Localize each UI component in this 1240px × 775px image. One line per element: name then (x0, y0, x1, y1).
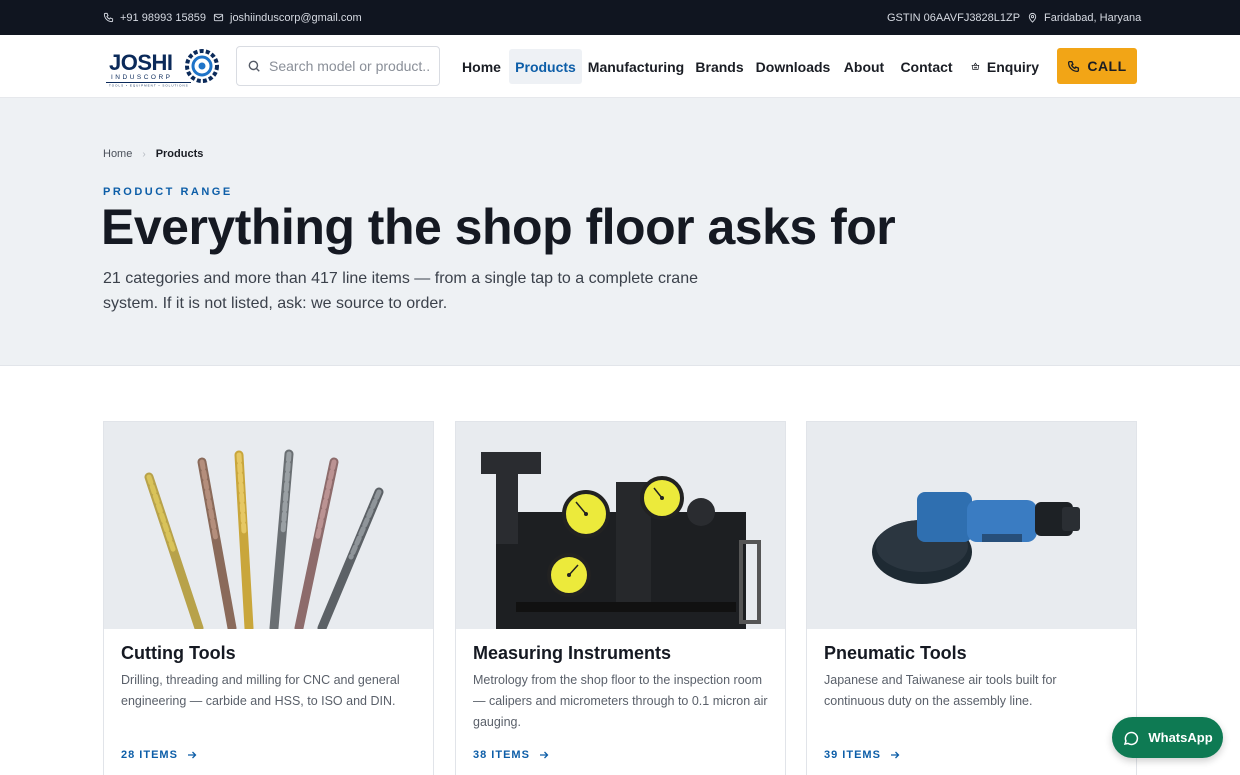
card-description: Metrology from the shop floor to the ins… (473, 673, 768, 729)
breadcrumb-current: Products (155, 148, 204, 160)
whatsapp-icon (1124, 731, 1139, 745)
nav-products[interactable]: Products (509, 49, 582, 84)
phone-icon (103, 12, 114, 23)
nav-downloads[interactable]: Downloads (756, 49, 831, 84)
topbar-phone-text: +91 98993 15859 (120, 11, 206, 24)
page-title: Everything the shop floor asks for (101, 199, 896, 255)
card-items-count: 28 ITEMS (121, 749, 178, 761)
svg-text:TOOLS • EQUIPMENT • SOLUTIONS: TOOLS • EQUIPMENT • SOLUTIONS (109, 84, 189, 88)
breadcrumb: Home › Products (103, 148, 203, 160)
site-logo[interactable]: JOSHI INDUSCORP TOOLS • EQUIPMENT • SOLU… (103, 45, 223, 88)
breadcrumb-home[interactable]: Home (103, 148, 132, 160)
mail-icon (213, 13, 224, 22)
card-title: Cutting Tools (121, 643, 236, 663)
page-subtitle: 21 categories and more than 417 line ite… (103, 270, 698, 312)
nav-contact[interactable]: Contact (900, 49, 952, 84)
gstin-text: GSTIN 06AAVFJ3828L1ZP (887, 11, 1021, 24)
arrow-right-icon (187, 751, 197, 759)
card-items-link[interactable]: 38 ITEMS (473, 749, 550, 761)
search-input[interactable] (269, 58, 429, 74)
category-card-measuring-instruments[interactable]: Measuring Instruments Metrology from the… (455, 421, 786, 775)
nav-enquiry[interactable]: Enquiry (971, 49, 1039, 84)
location-text: Faridabad, Haryana (1044, 11, 1142, 24)
card-image-dial-gauge-stand (456, 422, 785, 629)
nav-about[interactable]: About (844, 49, 884, 84)
whatsapp-label: WhatsApp (1148, 730, 1213, 745)
card-items-link[interactable]: 39 ITEMS (824, 749, 901, 761)
top-bar: +91 98993 15859 joshiinduscorp@gmail.com… (0, 0, 1240, 35)
arrow-right-icon (539, 751, 549, 759)
map-pin-icon (1028, 12, 1037, 23)
nav-manufacturing[interactable]: Manufacturing (588, 49, 684, 84)
card-description: Drilling, threading and milling for CNC … (121, 673, 400, 708)
card-items-count: 39 ITEMS (824, 749, 881, 761)
category-card-pneumatic-tools[interactable]: Pneumatic Tools Japanese and Taiwanese a… (806, 421, 1137, 775)
nav-brands[interactable]: Brands (695, 49, 743, 84)
call-button[interactable]: CALL (1057, 48, 1137, 84)
topbar-email-text: joshiinduscorp@gmail.com (230, 11, 362, 24)
search-box[interactable] (236, 46, 440, 86)
site-header: JOSHI INDUSCORP TOOLS • EQUIPMENT • SOLU… (0, 35, 1240, 98)
category-card-cutting-tools[interactable]: Cutting Tools Drilling, threading and mi… (103, 421, 434, 775)
eyebrow-label: PRODUCT RANGE (103, 186, 233, 198)
topbar-email[interactable]: joshiinduscorp@gmail.com (213, 0, 362, 35)
search-icon (248, 60, 260, 72)
card-image-air-grinder (807, 422, 1136, 629)
call-button-label: CALL (1087, 58, 1127, 74)
card-description: Japanese and Taiwanese air tools built f… (824, 673, 1057, 708)
whatsapp-button[interactable]: WhatsApp (1112, 717, 1223, 758)
arrow-right-icon (890, 751, 900, 759)
card-items-count: 38 ITEMS (473, 749, 530, 761)
card-title: Pneumatic Tools (824, 643, 967, 663)
card-title: Measuring Instruments (473, 643, 672, 663)
phone-icon (1068, 60, 1080, 72)
topbar-location: Faridabad, Haryana (1027, 0, 1141, 35)
topbar-phone[interactable]: +91 98993 15859 (103, 0, 206, 35)
nav-home[interactable]: Home (462, 49, 501, 84)
card-image-drill-bits (104, 422, 433, 629)
svg-text:JOSHI: JOSHI (109, 50, 173, 75)
svg-text:INDUSCORP: INDUSCORP (111, 74, 173, 81)
basket-icon (971, 62, 980, 70)
breadcrumb-separator: › (142, 148, 146, 160)
hero-section: Home › Products PRODUCT RANGE Everything… (0, 98, 1240, 366)
card-items-link[interactable]: 28 ITEMS (121, 749, 198, 761)
topbar-gstin: GSTIN 06AAVFJ3828L1ZP (887, 0, 1020, 35)
